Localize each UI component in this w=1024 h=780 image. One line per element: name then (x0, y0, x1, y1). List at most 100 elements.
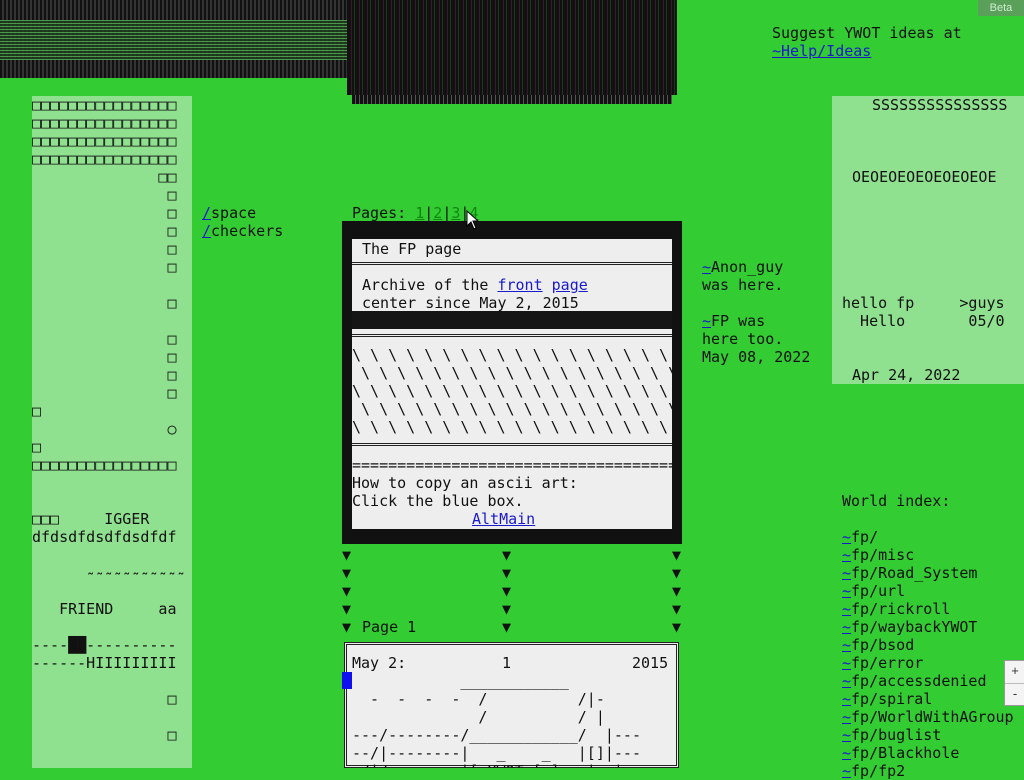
left-box-row: □□□□□□□□□□□□□□□□ (32, 456, 177, 474)
world-link-tilde[interactable]: ~ (842, 654, 851, 672)
world-link-label[interactable]: fp/fp2 (851, 762, 905, 780)
world-link-label[interactable]: fp/error (851, 654, 923, 672)
world-link-label[interactable]: fp/bsod (851, 636, 914, 654)
divider (352, 262, 672, 265)
world-link-tilde[interactable]: ~ (842, 726, 851, 744)
world-link-label[interactable]: fp/ (851, 528, 878, 546)
world-index-item[interactable]: ~fp/Blackhole (842, 744, 1014, 762)
page-link-3[interactable]: 3 (451, 204, 460, 222)
left-box-row: □ (32, 240, 177, 258)
world-index-item[interactable]: ~fp/waybackYWOT (842, 618, 1014, 636)
guestbook-line-2: was here. (702, 276, 784, 294)
world-link-tilde[interactable]: ~ (842, 708, 851, 726)
page-1-date-num: 1 (502, 654, 512, 672)
world-link-label[interactable]: fp/spiral (851, 690, 932, 708)
world-link-tilde[interactable]: ~ (842, 744, 851, 762)
left-box-art: □□□□□□□□□□□□□□□□ □□□□□□□□□□□□□□□□ □□□□□□□□… (32, 96, 177, 474)
divider (352, 443, 672, 446)
slash-row: \ \ \ \ \ \ \ \ \ \ \ \ \ \ \ \ \ \ (352, 364, 672, 382)
divider (352, 334, 672, 337)
right-panel-date: Apr 24, 2022 (852, 366, 961, 384)
world-link-label[interactable]: fp/url (851, 582, 905, 600)
space-link-prefix[interactable]: / (202, 204, 211, 222)
world-link-label[interactable]: fp/rickroll (851, 600, 950, 618)
page-1-label: Page 1 (362, 618, 417, 636)
world-link-tilde[interactable]: ~ (842, 618, 851, 636)
world-index-item[interactable]: ~fp/misc (842, 546, 1014, 564)
world-link-tilde[interactable]: ~ (842, 600, 851, 618)
world-link-tilde[interactable]: ~ (842, 690, 851, 708)
page-1-art-row: ____________ (352, 672, 569, 690)
world-link-tilde[interactable]: ~ (842, 528, 851, 546)
world-link-label[interactable]: fp/Blackhole (851, 744, 959, 762)
page-link[interactable]: page (552, 276, 588, 294)
page-link-1[interactable]: 1 (415, 204, 424, 222)
world-index-item[interactable]: ~fp/bsod (842, 636, 1014, 654)
dash-row-2: ------HIIIIIIIII (32, 654, 177, 672)
fp-link[interactable]: ~ (702, 312, 711, 330)
help-ideas-link[interactable]: ~Help/Ideas (772, 42, 871, 60)
world-index-item[interactable]: ~fp/ (842, 528, 1014, 546)
world-link-label[interactable]: fp/buglist (851, 726, 941, 744)
space-link-row[interactable]: /space (202, 204, 256, 222)
world-link-tilde[interactable]: ~ (842, 762, 851, 780)
left-box-row: □ (32, 258, 177, 276)
down-arrow-icon: ▼ (342, 546, 352, 564)
fp-page-title: The FP page (362, 240, 462, 258)
down-arrow-icon: ▼ (672, 546, 682, 564)
world-index-item[interactable]: ~fp/Road_System (842, 564, 1014, 582)
top-center-ascii-footer (352, 95, 672, 104)
world-index-item[interactable]: ~fp/WorldWithAGroup (842, 708, 1014, 726)
world-index-item[interactable]: ~fp/rickroll (842, 600, 1014, 618)
world-link-label[interactable]: fp/WorldWithAGroup (851, 708, 1014, 726)
world-link-label[interactable]: fp/waybackYWOT (851, 618, 977, 636)
altmain-link[interactable]: AltMain (472, 510, 535, 528)
world-index-item[interactable]: ~fp/error (842, 654, 1014, 672)
oe-row: OEOEOEOEOEOEOEOE (852, 168, 997, 186)
world-index-item[interactable]: ~fp/buglist (842, 726, 1014, 744)
world-link-label[interactable]: fp/Road_System (851, 564, 977, 582)
left-box-row: □ (32, 438, 42, 456)
down-arrow-icon: ▼ (672, 582, 682, 600)
mouse-pointer-icon (466, 209, 480, 234)
page-1-art-row: - - - - / /|- (352, 690, 605, 708)
blue-copy-box[interactable] (342, 672, 352, 689)
corner-badge[interactable]: Beta (978, 0, 1024, 16)
world-index-list: ~fp/~fp/misc ~fp/Road_System ~fp/url ~fp/ri… (842, 528, 1014, 780)
world-link-label[interactable]: fp/misc (851, 546, 914, 564)
world-index-item[interactable]: ~fp/url (842, 582, 1014, 600)
space-link-label[interactable]: space (211, 204, 256, 222)
left-box-row: □ (32, 294, 177, 312)
copy-instructions-2: Click the blue box. (352, 492, 524, 510)
zoom-control: + - (1004, 660, 1024, 706)
world-link-tilde[interactable]: ~ (842, 672, 851, 690)
zoom-in-button[interactable]: + (1005, 661, 1024, 683)
zoom-out-button[interactable]: - (1005, 683, 1024, 706)
world-link-tilde[interactable]: ~ (842, 636, 851, 654)
front-link[interactable]: front (497, 276, 542, 294)
dash-row-1: ----██---------- (32, 636, 177, 654)
left-box-row: □□□□□□□□□□□□□□□□ (32, 114, 177, 132)
page-link-2[interactable]: 2 (433, 204, 442, 222)
left-tail-row: □ (32, 726, 177, 744)
world-index-title: World index: (842, 492, 951, 510)
world-index-item[interactable]: ~fp/fp2 (842, 762, 1014, 780)
world-link-tilde[interactable]: ~ (842, 564, 851, 582)
page-1-date-year: 2015 (632, 654, 669, 672)
anon-guy-link[interactable]: ~ (702, 258, 711, 276)
world-link-tilde[interactable]: ~ (842, 582, 851, 600)
checkers-link-label[interactable]: checkers (211, 222, 283, 240)
tilde-row: ˜˜˜˜˜˜˜˜˜˜˜ (32, 570, 186, 588)
world-link-label[interactable]: fp/accessdenied (851, 672, 986, 690)
left-box-row: □ (32, 204, 177, 222)
world-link-tilde[interactable]: ~ (842, 546, 851, 564)
down-arrow-icon: ▼ (672, 564, 682, 582)
checkers-link-prefix[interactable]: / (202, 222, 211, 240)
checkers-link-row[interactable]: /checkers (202, 222, 283, 240)
guestbook-line-4: here too. (702, 330, 784, 348)
down-arrow-icon: ▼ (672, 618, 682, 636)
world-index-item[interactable]: ~fp/spiral (842, 690, 1014, 708)
guestbook-date: May 08, 2022 (702, 348, 811, 366)
left-box-row: □ (32, 402, 42, 420)
world-index-item[interactable]: ~fp/accessdenied (842, 672, 1014, 690)
